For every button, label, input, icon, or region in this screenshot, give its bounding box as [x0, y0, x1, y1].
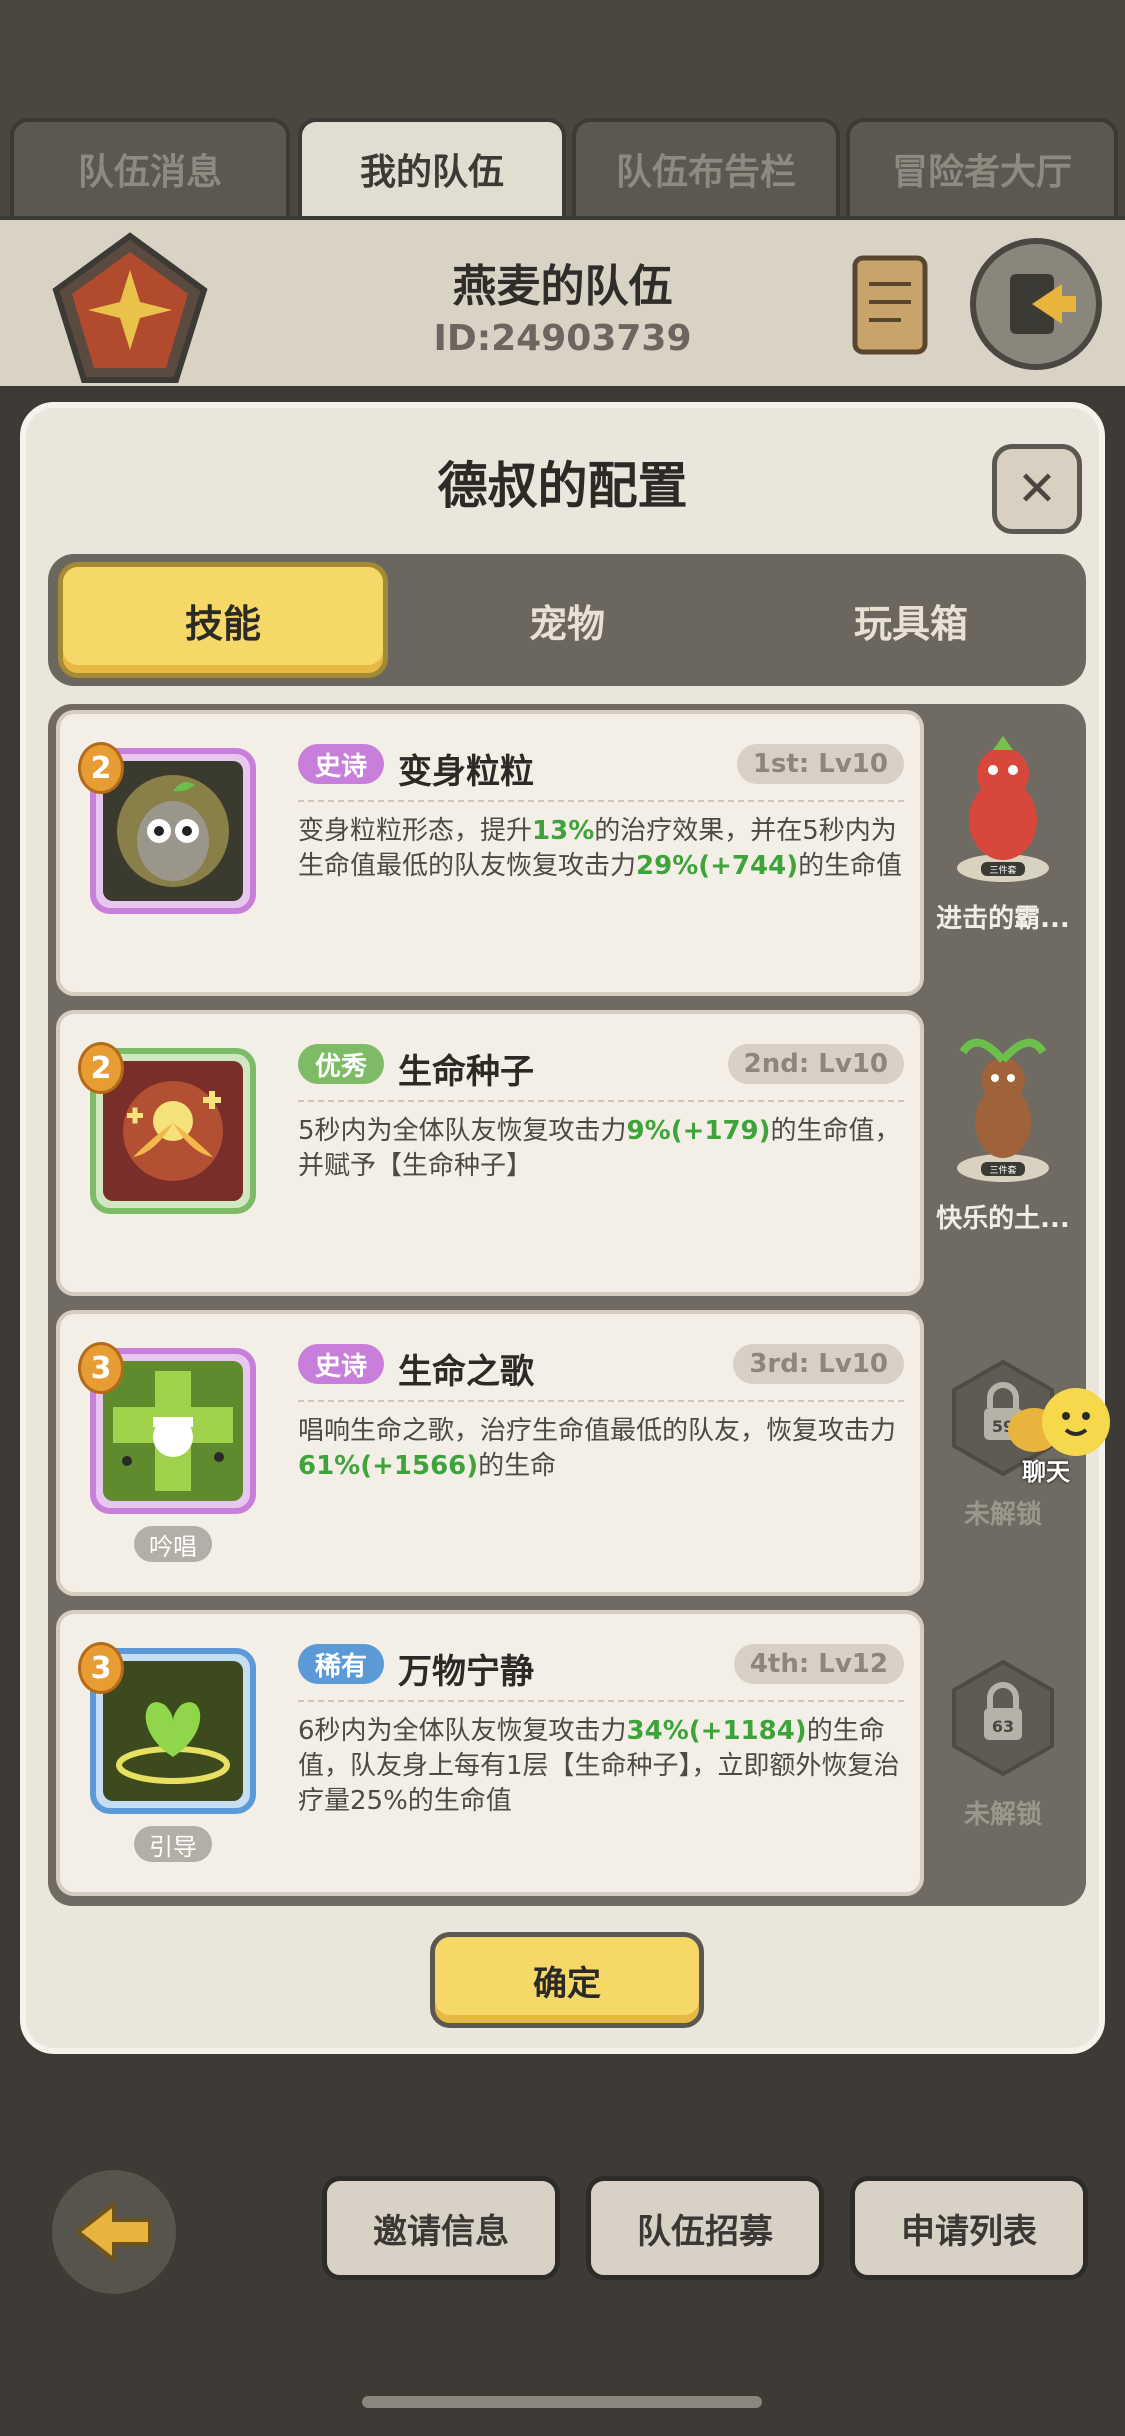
cast-type-tag: 引导 [134, 1826, 212, 1862]
owl-skill-icon [103, 761, 243, 901]
skill-slot-badge: 2 [78, 1042, 124, 1094]
confirm-button[interactable]: 确定 [430, 1932, 704, 2028]
set-slot-label: 进击的霸... [936, 904, 1070, 934]
tab-toybox[interactable]: 玩具箱 [746, 562, 1076, 678]
application-list-button[interactable]: 申请列表 [850, 2176, 1088, 2280]
divider [298, 1400, 904, 1402]
rarity-badge: 史诗 [298, 744, 384, 784]
tab-my-team[interactable]: 我的队伍 [298, 118, 566, 216]
desc-text: 6秒内为全体队友恢复攻击力 [298, 1716, 627, 1746]
skill-level: 2nd: Lv10 [727, 1044, 904, 1084]
home-indicator [362, 2396, 762, 2408]
lock-icon: 63 [952, 1659, 1054, 1777]
divider [298, 1100, 904, 1102]
set-tag: 三件套 [989, 1164, 1016, 1176]
desc-text: 5秒内为全体队友恢复攻击力 [298, 1116, 627, 1146]
button-label: 队伍招募 [637, 2211, 773, 2252]
button-label: 申请列表 [901, 2211, 1037, 2252]
desc-value: 34%(+1184) [626, 1716, 807, 1746]
skill-level: 4th: Lv12 [733, 1644, 904, 1684]
team-recruit-button[interactable]: 队伍招募 [586, 2176, 824, 2280]
monkey-figure-icon: 三件套 [957, 1038, 1049, 1182]
skill-slot-badge: 2 [78, 742, 124, 794]
rarity-badge: 史诗 [298, 1344, 384, 1384]
skill-level: 3rd: Lv10 [733, 1344, 904, 1384]
team-header: 燕麦的队伍 ID:24903739 [0, 216, 1125, 392]
desc-value: 13% [532, 816, 595, 846]
skill-card[interactable]: 3 引导 稀有 万物宁静 4th: Lv12 6秒内为全体队友恢复攻击力34%(… [56, 1610, 924, 1896]
red-dragon-figure-icon: 三件套 [957, 736, 1049, 882]
skill-description: 唱响生命之歌，治疗生命值最低的队友，恢复攻击力 61%(+1566)的生命 [298, 1414, 918, 1484]
locked-slot[interactable]: 63 未解锁 [928, 1658, 1078, 1831]
tab-label: 宠物 [528, 601, 605, 646]
skill-name: 生命种子 [398, 1052, 534, 1092]
chat-label: 聊天 [1022, 1458, 1070, 1486]
tab-label: 队伍布告栏 [615, 152, 796, 193]
scroll-icon[interactable] [845, 250, 937, 360]
tab-team-bulletin[interactable]: 队伍布告栏 [572, 118, 840, 216]
set-slot-label: 快乐的土... [936, 1204, 1070, 1234]
close-icon: ✕ [1016, 461, 1058, 517]
cast-type-tag: 吟唱 [134, 1526, 212, 1562]
exit-team-button[interactable] [970, 238, 1102, 370]
modal-title: 德叔的配置 [437, 457, 688, 515]
skill-slot-badge: 3 [78, 1642, 124, 1694]
tab-label: 冒险者大厅 [891, 152, 1072, 193]
skill-card[interactable]: 2 优秀 生命种子 2nd: Lv10 5秒内为全体队友恢复攻击力9%(+179… [56, 1010, 924, 1296]
locked-label: 未解锁 [963, 1800, 1042, 1830]
tab-label: 我的队伍 [359, 152, 504, 193]
set-slot[interactable]: 三件套 快乐的土... [928, 1018, 1078, 1235]
config-modal: 德叔的配置 ✕ 技能 宠物 玩具箱 2 史诗 变身粒粒 1st: Lv10 变身… [20, 402, 1105, 2054]
tab-team-messages[interactable]: 队伍消息 [10, 118, 290, 216]
set-tag: 三件套 [989, 864, 1016, 876]
skill-card[interactable]: 2 史诗 变身粒粒 1st: Lv10 变身粒粒形态，提升13%的治疗效果，并在… [56, 710, 924, 996]
skill-description: 5秒内为全体队友恢复攻击力9%(+179)的生命值，并赋予【生命种子】 [298, 1114, 918, 1184]
tab-label: 技能 [184, 601, 261, 646]
rarity-badge: 优秀 [298, 1044, 384, 1084]
back-button[interactable] [52, 2170, 176, 2294]
tab-adventurer-hall[interactable]: 冒险者大厅 [846, 118, 1118, 216]
top-bar: 队伍消息 我的队伍 队伍布告栏 冒险者大厅 [0, 0, 1125, 220]
desc-value: 29%(+744) [636, 851, 799, 881]
desc-value: 9%(+179) [626, 1116, 771, 1146]
back-arrow-icon [74, 2199, 152, 2265]
skill-description: 变身粒粒形态，提升13%的治疗效果，并在5秒内为生命值最低的队友恢复攻击力29%… [298, 814, 918, 884]
tab-pets[interactable]: 宠物 [402, 562, 732, 678]
team-name: 燕麦的队伍 [452, 261, 673, 312]
desc-text: 的生命值 [798, 851, 903, 881]
skill-name: 万物宁静 [398, 1652, 534, 1692]
unlock-level: 63 [992, 1717, 1014, 1736]
exit-icon [1010, 274, 1076, 334]
invite-info-button[interactable]: 邀请信息 [322, 2176, 560, 2280]
desc-text: 的生命 [478, 1451, 557, 1481]
tab-skills[interactable]: 技能 [58, 562, 388, 678]
segment-bar: 技能 宠物 玩具箱 [48, 554, 1086, 686]
tranquility-skill-icon [103, 1661, 243, 1801]
skill-description: 6秒内为全体队友恢复攻击力34%(+1184)的生命值，队友身上每有1层【生命种… [298, 1714, 918, 1819]
close-button[interactable]: ✕ [992, 444, 1082, 534]
team-id: ID:24903739 [433, 318, 692, 359]
set-slot[interactable]: 三件套 进击的霸... [928, 718, 1078, 935]
skill-card[interactable]: 3 吟唱 史诗 生命之歌 3rd: Lv10 唱响生命之歌，治疗生命值最低的队友… [56, 1310, 924, 1596]
locked-label: 未解锁 [963, 1500, 1042, 1530]
divider [298, 1700, 904, 1702]
skill-name: 变身粒粒 [398, 752, 534, 792]
song-skill-icon [103, 1361, 243, 1501]
tab-label: 玩具箱 [853, 601, 968, 646]
desc-text: 唱响生命之歌，治疗生命值最低的队友，恢复攻击力 [298, 1416, 897, 1446]
button-label: 邀请信息 [373, 2211, 509, 2252]
rarity-badge: 稀有 [298, 1644, 384, 1684]
divider [298, 800, 904, 802]
confirm-label: 确定 [533, 1963, 601, 2004]
desc-text: 变身粒粒形态，提升 [298, 816, 533, 846]
skill-slot-badge: 3 [78, 1342, 124, 1394]
skill-level: 1st: Lv10 [736, 744, 904, 784]
seed-skill-icon [103, 1061, 243, 1201]
tab-label: 队伍消息 [77, 152, 222, 193]
skill-name: 生命之歌 [398, 1352, 534, 1392]
desc-value: 61%(+1566) [298, 1451, 479, 1481]
